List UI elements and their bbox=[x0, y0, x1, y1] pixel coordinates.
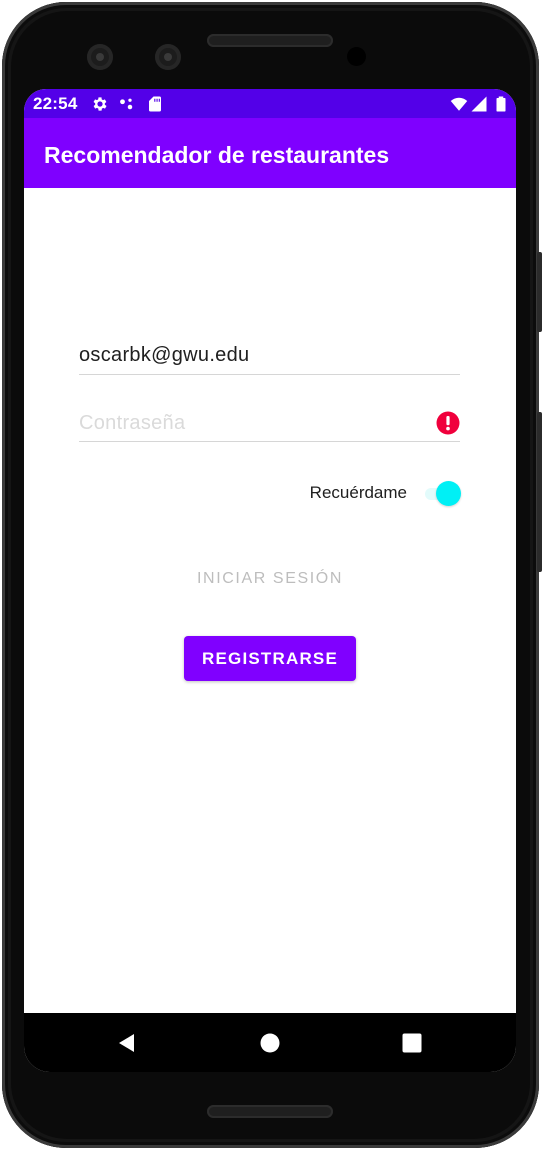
battery-icon bbox=[492, 95, 510, 113]
back-icon[interactable] bbox=[114, 1030, 140, 1056]
screen: 22:54 Recomendador de restaurantes oscar… bbox=[24, 89, 516, 1072]
earpiece-speaker bbox=[207, 34, 333, 47]
front-camera-secondary bbox=[155, 44, 181, 70]
error-icon bbox=[436, 411, 460, 435]
volume-button bbox=[537, 252, 542, 332]
email-field[interactable]: oscarbk@gwu.edu bbox=[79, 342, 460, 375]
remember-me-label: Recuérdame bbox=[309, 483, 407, 502]
register-button[interactable]: REGISTRARSE bbox=[184, 636, 356, 681]
power-button bbox=[537, 412, 542, 572]
navigation-bar bbox=[24, 1013, 516, 1072]
gear-icon bbox=[91, 95, 109, 113]
recents-icon[interactable] bbox=[399, 1030, 425, 1056]
bottom-speaker bbox=[207, 1105, 333, 1118]
login-button[interactable]: INICIAR SESIÓN bbox=[170, 559, 370, 599]
front-camera bbox=[87, 44, 113, 70]
app-title: Recomendador de restaurantes bbox=[44, 142, 390, 168]
signal-icon bbox=[470, 95, 488, 113]
status-bar: 22:54 bbox=[24, 89, 516, 118]
remember-me-switch[interactable] bbox=[423, 481, 461, 506]
password-placeholder: Contraseña bbox=[79, 412, 186, 434]
email-value: oscarbk@gwu.edu bbox=[79, 344, 250, 366]
password-field[interactable]: Contraseña bbox=[79, 409, 460, 442]
remember-me-row: Recuérdame bbox=[79, 479, 461, 507]
assistant-dots-icon bbox=[118, 95, 136, 113]
switch-thumb bbox=[436, 481, 461, 506]
status-time: 22:54 bbox=[33, 94, 78, 113]
home-icon[interactable] bbox=[257, 1030, 283, 1056]
sd-card-icon bbox=[146, 95, 164, 113]
wifi-icon bbox=[450, 95, 468, 113]
app-bar: Recomendador de restaurantes bbox=[24, 118, 516, 188]
proximity-sensor bbox=[347, 47, 366, 66]
